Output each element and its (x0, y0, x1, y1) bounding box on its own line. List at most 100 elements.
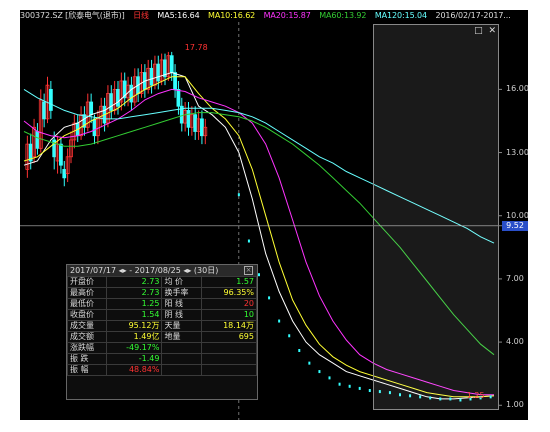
stats-label: 振 幅 (66, 364, 108, 376)
ma20-legend: MA20:15.87 (263, 11, 311, 20)
y-tick-label: 1.00 (506, 400, 524, 410)
candle-body (169, 55, 174, 73)
candle-body (149, 67, 154, 86)
stock-title: 300372.SZ [欣泰电气(退市)] (20, 11, 125, 20)
stats-row: 涨跌幅 -49.17% (66, 342, 258, 354)
stats-label: 阴 线 (161, 309, 202, 321)
stats-row: 成交量 95.12万 天量 18.14万 (66, 320, 258, 332)
stats-label: 阳 线 (161, 298, 202, 310)
range-start-arrows[interactable]: ◂▸ - (119, 266, 135, 275)
stats-row: 振 跌 -1.49 (66, 353, 258, 365)
range-end: 2017/08/25 (134, 266, 181, 275)
current-price-tag: 9.52 (502, 220, 528, 231)
y-tick-label: 10.00 (506, 210, 528, 220)
small-candle (298, 349, 301, 353)
candle-body (116, 88, 120, 107)
candle-body (35, 131, 40, 149)
stats-value: 1.54 (106, 309, 163, 321)
candle-body (173, 72, 177, 90)
panel-close-icon[interactable]: × (244, 266, 253, 275)
stats-label: 天量 (161, 320, 202, 332)
stats-value: 2.73 (106, 276, 163, 288)
stats-value: 1.57 (200, 276, 258, 288)
small-candle (328, 376, 331, 380)
candle-body (42, 101, 47, 120)
candle-body (89, 101, 94, 116)
close-icon[interactable]: ✕ (488, 26, 496, 36)
stats-label: 均 价 (161, 276, 202, 288)
ma10-legend: MA10:16.62 (208, 11, 256, 20)
candle-body (186, 110, 191, 128)
stats-value: 2.73 (106, 287, 163, 299)
stats-label: 地量 (161, 331, 202, 343)
ma120-legend: MA120:15.04 (374, 11, 427, 20)
date-range: 2016/02/17-2017... (435, 11, 511, 20)
stats-label: 成交量 (66, 320, 108, 332)
small-candle (348, 384, 351, 388)
stats-value: 1.25 (106, 298, 163, 310)
ma60-legend: MA60:13.92 (319, 11, 367, 20)
restore-icon[interactable]: □ (474, 26, 483, 36)
candle-body (59, 143, 63, 166)
range-end-arrows[interactable]: ◂▸ (183, 266, 194, 275)
candle-body (200, 118, 204, 137)
candle-body (92, 118, 97, 137)
small-candle (338, 382, 341, 386)
y-tick-label: 13.00 (506, 147, 528, 157)
stats-label: 换手率 (161, 287, 202, 299)
stats-value: 95.12万 (106, 320, 163, 332)
candle-body (176, 88, 181, 107)
range-start: 2017/07/17 (70, 266, 117, 275)
stats-value (200, 353, 258, 365)
stats-value (200, 342, 258, 354)
stats-row: 振 幅 48.84% (66, 364, 258, 376)
small-candle (247, 239, 250, 243)
stats-label (161, 353, 202, 365)
selection-buttons: □ ✕ (471, 26, 496, 36)
small-candle (318, 370, 321, 374)
panel-header: 2017/07/17 ◂▸ - 2017/08/25 ◂▸ (30日) × (67, 265, 257, 276)
stats-value: 48.84% (106, 364, 163, 376)
ma5-legend: MA5:16.64 (157, 11, 200, 20)
stats-value: 695 (200, 331, 258, 343)
stats-label: 最高价 (66, 287, 108, 299)
candle-body (129, 84, 134, 103)
stats-row: 开盘价 2.73 均 价 1.57 (66, 276, 258, 288)
small-candle (237, 193, 240, 197)
range-days: (30日) (193, 266, 219, 275)
period-mode[interactable]: 日线 (133, 11, 149, 20)
candle-body (62, 169, 67, 179)
chart-window: 300372.SZ [欣泰电气(退市)] 日线 MA5:16.64 MA10:1… (20, 10, 528, 420)
stats-value (200, 364, 258, 376)
stats-label: 振 跌 (66, 353, 108, 365)
stats-value: 18.14万 (200, 320, 258, 332)
stats-label: 开盘价 (66, 276, 108, 288)
small-candle (278, 319, 281, 323)
stats-value: 1.49亿 (106, 331, 163, 343)
selection-box[interactable]: □ ✕ (373, 24, 499, 410)
stats-row: 最低价 1.25 阳 线 20 (66, 298, 258, 310)
y-tick-label: 16.00 (506, 84, 528, 94)
stats-value: -1.49 (106, 353, 163, 365)
small-candle (308, 361, 311, 365)
chart-header: 300372.SZ [欣泰电气(退市)] 日线 MA5:16.64 MA10:1… (20, 10, 528, 22)
stats-row: 成交额 1.49亿 地量 695 (66, 331, 258, 343)
y-tick-label: 4.00 (506, 337, 524, 347)
stats-value: 96.35% (200, 287, 258, 299)
candle-body (193, 114, 198, 132)
stats-label: 最低价 (66, 298, 108, 310)
candle-body (48, 88, 53, 111)
peak-annotation: 17.78 (185, 43, 208, 52)
stats-value: 20 (200, 298, 258, 310)
small-candle (358, 386, 361, 390)
stats-label: 涨跌幅 (66, 342, 108, 354)
stats-table: 开盘价 2.73 均 价 1.57 最高价 2.73 换手率 96.35% 最低价 1.25 阳 线… (66, 276, 258, 376)
y-tick-label: 7.00 (506, 273, 524, 283)
stats-value: -49.17% (106, 342, 163, 354)
stats-value: 10 (200, 309, 258, 321)
stats-label: 收盘价 (66, 309, 108, 321)
stats-row: 收盘价 1.54 阴 线 10 (66, 309, 258, 321)
small-candle (258, 273, 260, 277)
small-candle (288, 334, 291, 338)
small-candle (268, 296, 271, 300)
